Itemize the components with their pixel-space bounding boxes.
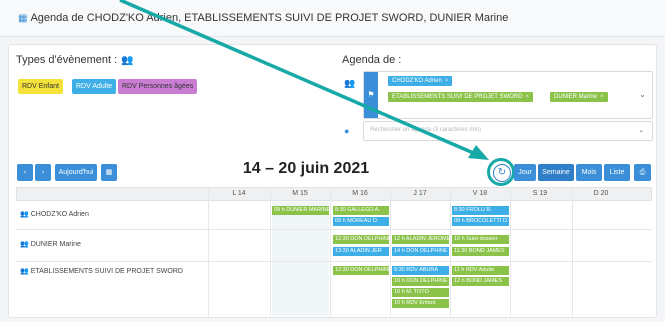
day-header: L 14 <box>232 190 246 197</box>
today-column-highlight <box>272 202 329 316</box>
next-button[interactable]: › <box>35 164 51 181</box>
event-block[interactable]: 14 h DON DELPHINE <box>392 247 449 256</box>
day-header: J 17 <box>413 190 427 197</box>
page-header: ▦ Agenda de CHODZ'KO Adrien, ETABLISSEMEN… <box>0 0 665 37</box>
highlight-ring <box>487 158 515 186</box>
calendar-icon: ▦ <box>105 169 113 176</box>
users-icon: 👥 <box>20 268 29 275</box>
agenda-chip-dunier[interactable]: DUNIER Marine × <box>550 92 608 102</box>
users-icon: 👥 <box>344 78 356 88</box>
event-block[interactable]: 8:30 GALLEGO A. <box>333 206 389 215</box>
chevron-down-icon[interactable]: ⌄ <box>638 126 644 134</box>
user-icon: ● <box>344 126 350 136</box>
print-button[interactable]: ⎙ <box>634 164 651 181</box>
grid-line <box>270 187 271 316</box>
day-header: S 19 <box>532 190 548 197</box>
user-group-icon: ⚑ <box>364 72 378 118</box>
page-title: ▦ Agenda de CHODZ'KO Adrien, ETABLISSEMEN… <box>18 12 509 24</box>
row-label-dunier: 👥 DUNIER Marine <box>20 241 81 248</box>
agenda-label: Agenda de : <box>342 54 402 66</box>
event-block[interactable]: 13:30 ALADIN JER <box>333 247 389 256</box>
remove-chip-icon[interactable]: × <box>525 94 529 100</box>
event-block[interactable]: 09 h MOREAU D. <box>333 217 389 226</box>
day-header: M 15 <box>292 190 308 197</box>
event-block[interactable]: 09 h DUNIER MARINE <box>272 206 329 215</box>
event-block[interactable]: 9:30 RDV ABURA <box>392 266 449 275</box>
print-icon: ⎙ <box>639 169 646 176</box>
event-block[interactable]: 10 h RDV Enfant <box>392 299 449 308</box>
remove-chip-icon[interactable]: × <box>600 94 604 100</box>
grid-line <box>208 187 209 316</box>
event-block[interactable]: 11 h RDV Adulte <box>452 266 509 275</box>
grid-line <box>330 187 331 316</box>
users-icon: 👥 <box>20 211 29 218</box>
event-block[interactable]: 09 h BROCOLETTI D. <box>452 217 509 226</box>
view-week-button[interactable]: Semaine <box>538 164 574 181</box>
event-types-label: Types d'évènement : 👥 <box>16 54 134 66</box>
grid-line <box>390 187 391 316</box>
grid-line <box>450 187 451 316</box>
users-icon: 👥 <box>121 55 134 66</box>
agenda-chip-chodzko[interactable]: CHODZ'KO Adrien × <box>388 76 453 86</box>
agenda-search-input[interactable]: Rechercher un agenda (3 caractères min) … <box>363 121 653 141</box>
view-day-button[interactable]: Jour <box>514 164 536 181</box>
event-block[interactable]: 12 h ALADIN JEROME <box>392 235 449 244</box>
type-rdv-personnes-agees-button[interactable]: RDV Personnes âgées <box>118 79 198 94</box>
users-icon: 👥 <box>20 241 29 248</box>
event-block[interactable]: 8:30 FROLU R. <box>452 206 509 215</box>
today-button[interactable]: Aujourd'hui <box>55 164 97 181</box>
calendar-picker-button[interactable]: ▦ <box>101 164 117 181</box>
grid-line <box>510 187 511 316</box>
row-label-etablissements: 👥 ETABLISSEMENTS SUIVI DE PROJET SWORD <box>20 268 183 275</box>
date-range-title: 14 – 20 juin 2021 <box>242 160 370 177</box>
grid-line <box>16 261 652 262</box>
view-list-button[interactable]: Liste <box>604 164 630 181</box>
agenda-select[interactable]: ⚑ CHODZ'KO Adrien × ETABLISSEMENTS SUIVI … <box>363 71 653 119</box>
prev-button[interactable]: ‹ <box>17 164 33 181</box>
remove-chip-icon[interactable]: × <box>445 78 449 84</box>
chevron-down-icon[interactable]: ⌄ <box>639 90 646 99</box>
day-header: D 20 <box>593 190 609 197</box>
type-rdv-adulte-button[interactable]: RDV Adulte <box>72 79 117 94</box>
type-rdv-enfant-button[interactable]: RDV Enfant <box>18 79 63 94</box>
row-label-chodzko: 👥 CHODZ'KO Adrien <box>20 211 89 218</box>
event-block[interactable]: 10 h DON DELPHINE <box>392 277 449 286</box>
view-month-button[interactable]: Mois <box>576 164 602 181</box>
calendar-icon: ▦ <box>18 13 28 24</box>
grid-line <box>572 187 573 316</box>
day-header: M 16 <box>352 190 368 197</box>
event-block[interactable]: 12:30 DON DELPHINE <box>333 235 389 244</box>
event-block[interactable]: 10 h M. TOTO <box>392 288 449 297</box>
day-header: V 18 <box>472 190 488 197</box>
event-block[interactable]: 12:30 DON DELPHINE <box>333 266 389 275</box>
event-block[interactable]: 12 h BOND JAMES <box>452 277 509 286</box>
grid-line <box>16 229 652 230</box>
event-block[interactable]: 11:30 BOND JAMES <box>452 247 509 256</box>
event-block[interactable]: 10 h Suivi dossier <box>452 235 509 244</box>
agenda-chip-etablissements[interactable]: ETABLISSEMENTS SUIVI DE PROJET SWORD × <box>388 92 533 102</box>
